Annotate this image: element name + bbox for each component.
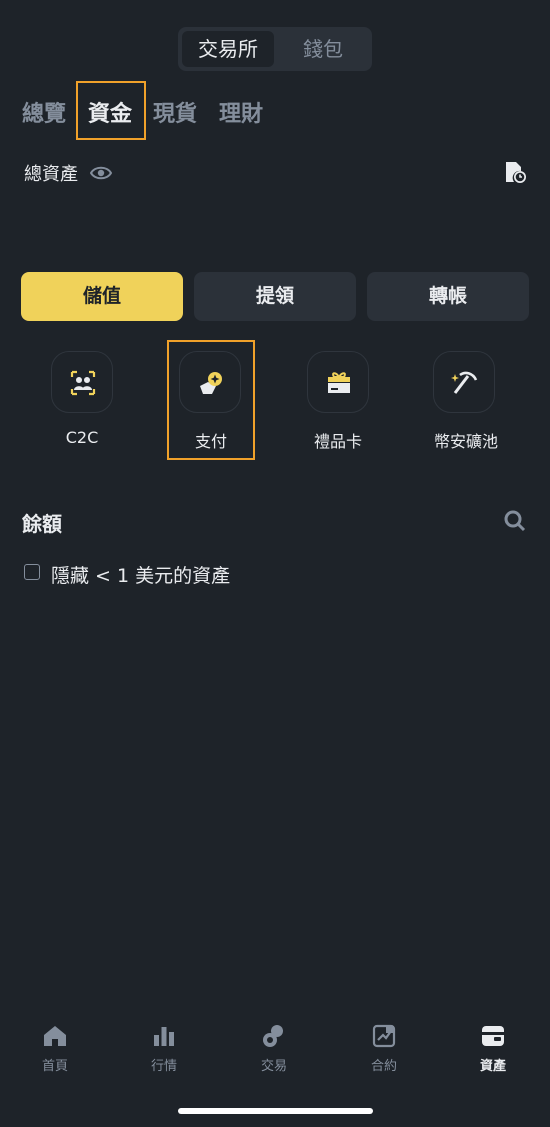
total-assets-label: 總資產 <box>24 164 78 185</box>
wallet-option[interactable]: 錢包 <box>278 31 368 67</box>
c2c-shortcut[interactable] <box>51 351 113 413</box>
gift-card-label: 禮品卡 <box>313 432 362 451</box>
tab-overview[interactable]: 總覽 <box>22 96 66 128</box>
c2c-icon <box>70 370 96 396</box>
tab-funding[interactable]: 資金 <box>88 96 132 128</box>
deposit-button[interactable]: 儲值 <box>21 272 183 321</box>
pool-label: 幣安礦池 <box>433 432 498 451</box>
nav-markets-label: 行情 <box>150 1059 177 1074</box>
gift-card-icon <box>328 372 350 393</box>
nav-home[interactable]: 首頁 <box>15 1023 95 1074</box>
exchange-option[interactable]: 交易所 <box>182 31 274 67</box>
pool-shortcut[interactable] <box>433 351 495 413</box>
pickaxe-icon <box>451 371 478 394</box>
search-icon[interactable] <box>503 509 527 537</box>
exchange-wallet-switch: 交易所 錢包 <box>178 27 372 71</box>
nav-assets[interactable]: 資產 <box>453 1023 533 1074</box>
tab-earn[interactable]: 理財 <box>219 96 263 128</box>
c2c-label: C2C <box>65 428 99 447</box>
nav-futures[interactable]: 合約 <box>344 1023 424 1074</box>
wallet-icon <box>482 1026 504 1046</box>
tab-spot[interactable]: 現貨 <box>153 96 197 128</box>
markets-icon <box>154 1027 174 1046</box>
nav-trade[interactable]: 交易 <box>234 1023 314 1074</box>
trade-icon <box>263 1025 283 1047</box>
nav-trade-label: 交易 <box>260 1059 287 1074</box>
eye-icon[interactable] <box>89 163 113 183</box>
transfer-button[interactable]: 轉帳 <box>367 272 529 321</box>
withdraw-button[interactable]: 提領 <box>194 272 356 321</box>
hide-small-assets-checkbox[interactable] <box>24 564 40 580</box>
hide-small-assets-label: 隱藏 < 1 美元的資產 <box>51 565 231 587</box>
futures-icon <box>372 1024 396 1048</box>
nav-futures-label: 合約 <box>370 1059 397 1074</box>
nav-home-label: 首頁 <box>41 1059 68 1074</box>
home-icon <box>44 1026 66 1046</box>
gift-card-shortcut[interactable] <box>307 351 369 413</box>
pay-label: 支付 <box>194 432 227 451</box>
pay-shortcut[interactable] <box>179 351 241 413</box>
home-indicator <box>178 1108 373 1114</box>
history-icon[interactable] <box>503 160 527 184</box>
balance-title: 餘額 <box>22 512 62 536</box>
pay-icon <box>200 372 222 394</box>
nav-assets-label: 資產 <box>479 1059 506 1074</box>
nav-markets[interactable]: 行情 <box>124 1023 204 1074</box>
